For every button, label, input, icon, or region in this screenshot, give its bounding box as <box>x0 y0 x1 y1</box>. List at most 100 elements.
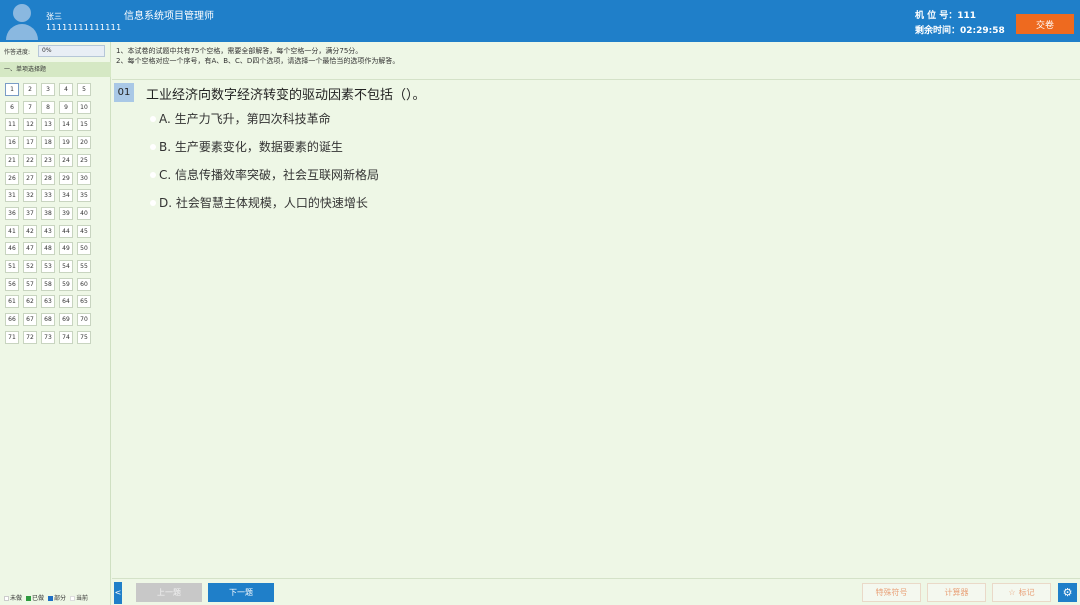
question-cell[interactable]: 13 <box>41 118 55 132</box>
question-cell[interactable]: 72 <box>23 330 37 344</box>
question-cell[interactable]: 12 <box>23 118 37 132</box>
radio-icon[interactable] <box>150 199 156 206</box>
question-cell[interactable]: 9 <box>59 100 73 114</box>
submit-exam-button[interactable]: 交卷 <box>1016 14 1074 34</box>
question-cell[interactable]: 71 <box>5 330 19 344</box>
question-cell[interactable]: 67 <box>23 313 37 327</box>
question-cell[interactable]: 69 <box>59 313 73 327</box>
question-cell[interactable]: 52 <box>23 260 37 273</box>
question-cell[interactable]: 74 <box>59 330 73 344</box>
question-cell[interactable]: 62 <box>23 295 37 309</box>
question-cell[interactable]: 15 <box>77 118 91 132</box>
radio-icon[interactable] <box>150 143 156 150</box>
question-cell[interactable]: 46 <box>5 242 19 256</box>
question-cell[interactable]: 6 <box>5 100 19 114</box>
question-cell[interactable]: 61 <box>5 295 19 309</box>
question-cell[interactable]: 65 <box>77 295 91 309</box>
question-cell[interactable]: 10 <box>77 100 91 114</box>
question-cell[interactable]: 48 <box>41 242 55 256</box>
option-c[interactable]: C. 信息传播效率突破，社会互联网新格局 <box>150 166 379 183</box>
progress-label: 作答进度: <box>4 49 31 56</box>
question-cell[interactable]: 28 <box>41 171 55 185</box>
next-question-button[interactable]: 下一题 <box>208 583 274 602</box>
question-cell[interactable]: 55 <box>77 260 91 273</box>
avatar-body <box>6 24 38 40</box>
question-cell[interactable]: 29 <box>59 171 73 185</box>
question-cell[interactable]: 39 <box>59 206 73 220</box>
question-cell[interactable]: 8 <box>41 100 55 114</box>
mark-button[interactable]: ☆ 标记 <box>992 583 1051 602</box>
question-cell[interactable]: 40 <box>77 206 91 220</box>
question-cell[interactable]: 27 <box>23 171 37 185</box>
prev-question-button[interactable]: 上一题 <box>136 583 202 602</box>
question-cell[interactable]: 70 <box>77 313 91 327</box>
question-cell[interactable]: 35 <box>77 189 91 203</box>
question-cell[interactable]: 44 <box>59 224 73 238</box>
question-cell[interactable]: 2 <box>23 83 37 96</box>
option-b[interactable]: B. 生产要素变化，数据要素的诞生 <box>150 138 343 155</box>
question-cell[interactable]: 23 <box>41 153 55 167</box>
remaining-time: 剩余时间：02:29:58 <box>915 26 1005 36</box>
radio-icon[interactable] <box>150 115 156 122</box>
question-cell[interactable]: 26 <box>5 171 19 185</box>
question-cell[interactable]: 56 <box>5 277 19 291</box>
question-cell[interactable]: 41 <box>5 224 19 238</box>
question-cell[interactable]: 30 <box>77 171 91 185</box>
question-cell[interactable]: 57 <box>23 277 37 291</box>
option-c-label: C. 信息传播效率突破，社会互联网新格局 <box>159 168 380 182</box>
divider <box>112 79 1080 80</box>
question-cell[interactable]: 58 <box>41 277 55 291</box>
question-cell[interactable]: 24 <box>59 153 73 167</box>
question-cell[interactable]: 19 <box>59 136 73 150</box>
question-cell[interactable]: 4 <box>59 83 73 96</box>
option-b-label: B. 生产要素变化，数据要素的诞生 <box>159 140 343 154</box>
question-cell[interactable]: 64 <box>59 295 73 309</box>
question-cell[interactable]: 16 <box>5 136 19 150</box>
seat-number: 机 位 号：111 <box>915 11 977 21</box>
question-cell[interactable]: 47 <box>23 242 37 256</box>
question-cell[interactable]: 50 <box>77 242 91 256</box>
radio-icon[interactable] <box>150 171 156 178</box>
question-cell[interactable]: 45 <box>77 224 91 238</box>
question-cell[interactable]: 22 <box>23 153 37 167</box>
gear-icon[interactable]: ⚙ <box>1058 583 1077 602</box>
question-cell[interactable]: 42 <box>23 224 37 238</box>
question-cell[interactable]: 18 <box>41 136 55 150</box>
question-cell[interactable]: 51 <box>5 260 19 273</box>
question-cell[interactable]: 43 <box>41 224 55 238</box>
option-d[interactable]: D. 社会智慧主体规模，人口的快速增长 <box>150 194 368 211</box>
question-cell[interactable]: 31 <box>5 189 19 203</box>
question-cell[interactable]: 17 <box>23 136 37 150</box>
question-cell[interactable]: 1 <box>5 83 19 96</box>
question-cell[interactable]: 54 <box>59 260 73 273</box>
question-cell[interactable]: 63 <box>41 295 55 309</box>
question-cell[interactable]: 34 <box>59 189 73 203</box>
question-cell[interactable]: 21 <box>5 153 19 167</box>
option-a[interactable]: A. 生产力飞升，第四次科技革命 <box>150 110 331 127</box>
calculator-button[interactable]: 计算器 <box>927 583 986 602</box>
question-cell[interactable]: 33 <box>41 189 55 203</box>
question-cell[interactable]: 60 <box>77 277 91 291</box>
question-cell[interactable]: 32 <box>23 189 37 203</box>
question-cell[interactable]: 11 <box>5 118 19 132</box>
special-symbols-button[interactable]: 特殊符号 <box>862 583 921 602</box>
question-cell[interactable]: 5 <box>77 83 91 96</box>
question-cell[interactable]: 7 <box>23 100 37 114</box>
question-cell[interactable]: 66 <box>5 313 19 327</box>
section-title[interactable]: 一、单项选择题 <box>0 62 111 77</box>
question-nav-panel: 作答进度: 0% 一、单项选择题 1 2 3 4 5 6 7 8 9 10 11 12 13 14 15 16… <box>0 42 111 605</box>
question-cell[interactable]: 49 <box>59 242 73 256</box>
question-cell[interactable]: 38 <box>41 206 55 220</box>
question-cell[interactable]: 3 <box>41 83 55 96</box>
collapse-sidebar-button[interactable]: < <box>114 582 122 604</box>
question-cell[interactable]: 59 <box>59 277 73 291</box>
question-cell[interactable]: 53 <box>41 260 55 273</box>
question-cell[interactable]: 36 <box>5 206 19 220</box>
question-cell[interactable]: 75 <box>77 330 91 344</box>
question-cell[interactable]: 73 <box>41 330 55 344</box>
question-cell[interactable]: 25 <box>77 153 91 167</box>
question-cell[interactable]: 37 <box>23 206 37 220</box>
question-cell[interactable]: 14 <box>59 118 73 132</box>
question-cell[interactable]: 68 <box>41 313 55 327</box>
question-cell[interactable]: 20 <box>77 136 91 150</box>
